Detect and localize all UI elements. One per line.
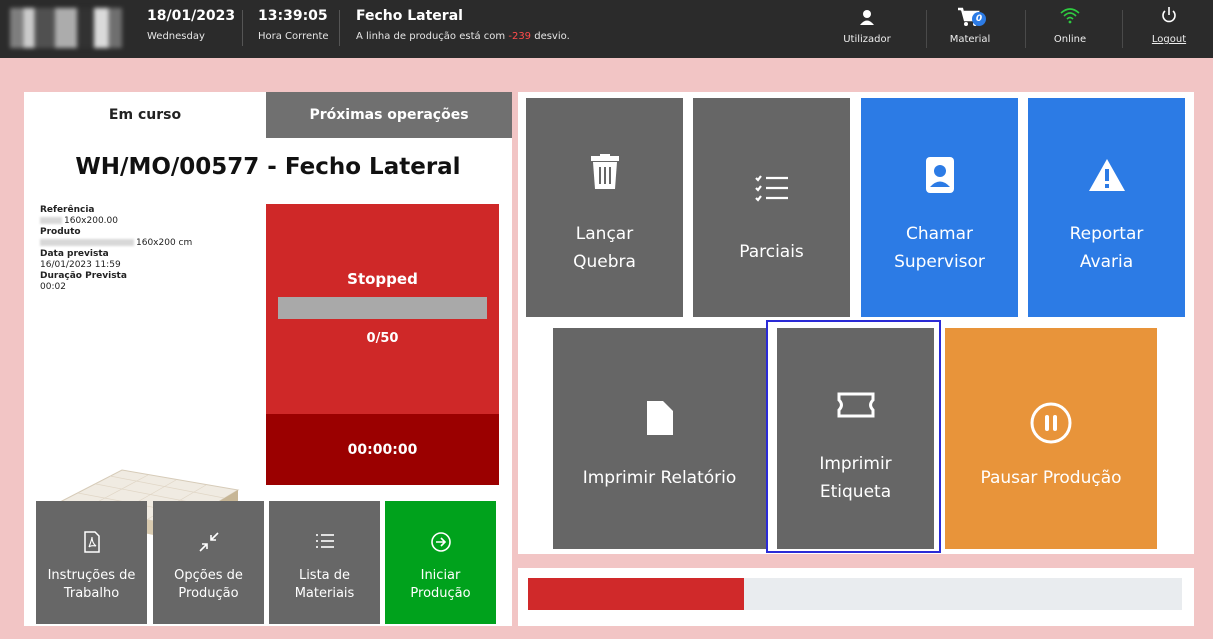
date-label: Data prevista — [40, 249, 109, 259]
trash-icon — [526, 154, 683, 190]
tile-label: Parciais — [739, 242, 804, 262]
line-progress-track — [528, 578, 1182, 610]
date-block: 18/01/2023 Wednesday — [147, 8, 235, 44]
online-label: Online — [1053, 34, 1087, 45]
line-progress-panel — [518, 568, 1194, 626]
time-label: Hora Corrente — [258, 31, 329, 42]
timer-display: 00:00:00 — [266, 414, 499, 485]
tile-label: Avaria — [1079, 252, 1134, 272]
duration-label: Duração Prevista — [40, 271, 127, 281]
pdf-icon — [36, 531, 147, 555]
user-label: Utilizador — [843, 34, 891, 45]
btn-label: Materiais — [294, 586, 355, 601]
deviation-suffix: desvio. — [531, 31, 570, 42]
redacted-text — [40, 217, 62, 224]
pause-production-tile[interactable]: Pausar Produção — [945, 328, 1157, 549]
time-block: 13:39:05 Hora Corrente — [258, 8, 329, 44]
online-status: Online — [1040, 6, 1100, 52]
redacted-text — [40, 239, 134, 246]
btn-label: Lista de — [298, 568, 351, 583]
order-title: WH/MO/00577 - Fecho Lateral — [75, 154, 461, 180]
cart-icon: 0 — [950, 6, 990, 30]
report-damage-tile[interactable]: Reportar Avaria — [1028, 98, 1185, 317]
selected-tile-outline — [766, 320, 941, 553]
print-report-tile[interactable]: Imprimir Relatório — [553, 328, 766, 549]
tile-label: Pausar Produção — [980, 468, 1122, 488]
date-value: 16/01/2023 11:59 — [40, 260, 121, 270]
header-divider — [339, 10, 340, 46]
btn-label: Instruções de — [47, 568, 136, 583]
duration-value: 00:02 — [40, 282, 66, 292]
tab-proximas-operacoes[interactable]: Próximas operações — [266, 92, 512, 138]
tab-em-curso[interactable]: Em curso — [24, 92, 266, 138]
tile-label: Quebra — [573, 252, 636, 272]
product-row: 160x200 cm — [40, 238, 192, 249]
deviation-value: -239 — [508, 31, 532, 42]
user-button[interactable]: Utilizador — [838, 6, 896, 52]
material-label: Material — [949, 34, 991, 45]
user-icon — [838, 6, 896, 30]
material-badge: 0 — [972, 12, 986, 26]
status-progress-bar — [278, 297, 487, 319]
top-header: 18/01/2023 Wednesday 13:39:05 Hora Corre… — [0, 0, 1213, 58]
materials-list-button[interactable]: Lista de Materiais — [269, 501, 380, 624]
ref-label: Referência — [40, 205, 95, 215]
order-panel: Em curso Próximas operações WH/MO/00577 … — [24, 92, 512, 626]
partials-tile[interactable]: Parciais — [693, 98, 850, 317]
deviation-text: A linha de produção está com -239 desvio… — [356, 30, 570, 44]
btn-label: Opções de — [174, 568, 243, 583]
weekday-text: Wednesday — [147, 31, 205, 42]
call-supervisor-tile[interactable]: Chamar Supervisor — [861, 98, 1018, 317]
header-divider — [242, 10, 243, 46]
company-logo — [10, 8, 122, 48]
tile-label: Supervisor — [894, 252, 985, 272]
btn-label: Produção — [410, 586, 471, 601]
tile-label: Imprimir Relatório — [582, 468, 737, 488]
start-production-button[interactable]: Iniciar Produção — [385, 501, 496, 624]
line-progress-fill — [528, 578, 744, 610]
tile-label: Lançar — [575, 224, 634, 244]
ref-value: 160x200.00 — [64, 216, 118, 226]
logout-button[interactable]: Logout — [1143, 6, 1195, 52]
header-divider — [1025, 10, 1026, 48]
btn-label: Produção — [178, 586, 239, 601]
checklist-icon — [693, 174, 850, 204]
product-label: Produto — [40, 227, 81, 237]
date-text: 18/01/2023 — [147, 8, 236, 24]
btn-label: Trabalho — [63, 586, 120, 601]
launch-breakage-tile[interactable]: Lançar Quebra — [526, 98, 683, 317]
deviation-prefix: A linha de produção está com — [356, 31, 509, 42]
warning-icon — [1028, 158, 1185, 192]
order-details: Referência 160x200.00 Produto 160x200 cm… — [40, 205, 192, 293]
status-text: Stopped — [347, 270, 418, 288]
material-button[interactable]: 0 Material — [940, 6, 1000, 52]
production-status-card: Stopped 0/50 00:00:00 — [266, 204, 499, 485]
workcenter-block: Fecho Lateral A linha de produção está c… — [356, 8, 570, 44]
tile-label: Chamar — [905, 224, 974, 244]
header-divider — [1122, 10, 1123, 48]
header-divider — [926, 10, 927, 48]
time-text: 13:39:05 — [258, 8, 328, 24]
work-instructions-button[interactable]: Instruções de Trabalho — [36, 501, 147, 624]
production-options-button[interactable]: Opções de Produção — [153, 501, 264, 624]
wifi-icon — [1040, 6, 1100, 30]
list-icon — [269, 531, 380, 555]
pause-circle-icon — [945, 402, 1157, 444]
quantity-counter: 0/50 — [366, 331, 399, 346]
document-icon — [553, 400, 766, 436]
tile-label: Reportar — [1069, 224, 1144, 244]
arrow-circle-right-icon — [385, 531, 496, 555]
logout-label: Logout — [1151, 34, 1187, 45]
workcenter-title: Fecho Lateral — [356, 8, 463, 24]
btn-label: Iniciar — [420, 568, 461, 583]
product-value: 160x200 cm — [136, 238, 193, 248]
power-icon — [1143, 6, 1195, 30]
ref-row: 160x200.00 — [40, 216, 192, 227]
collapse-arrows-icon — [153, 531, 264, 555]
badge-person-icon — [861, 156, 1018, 194]
